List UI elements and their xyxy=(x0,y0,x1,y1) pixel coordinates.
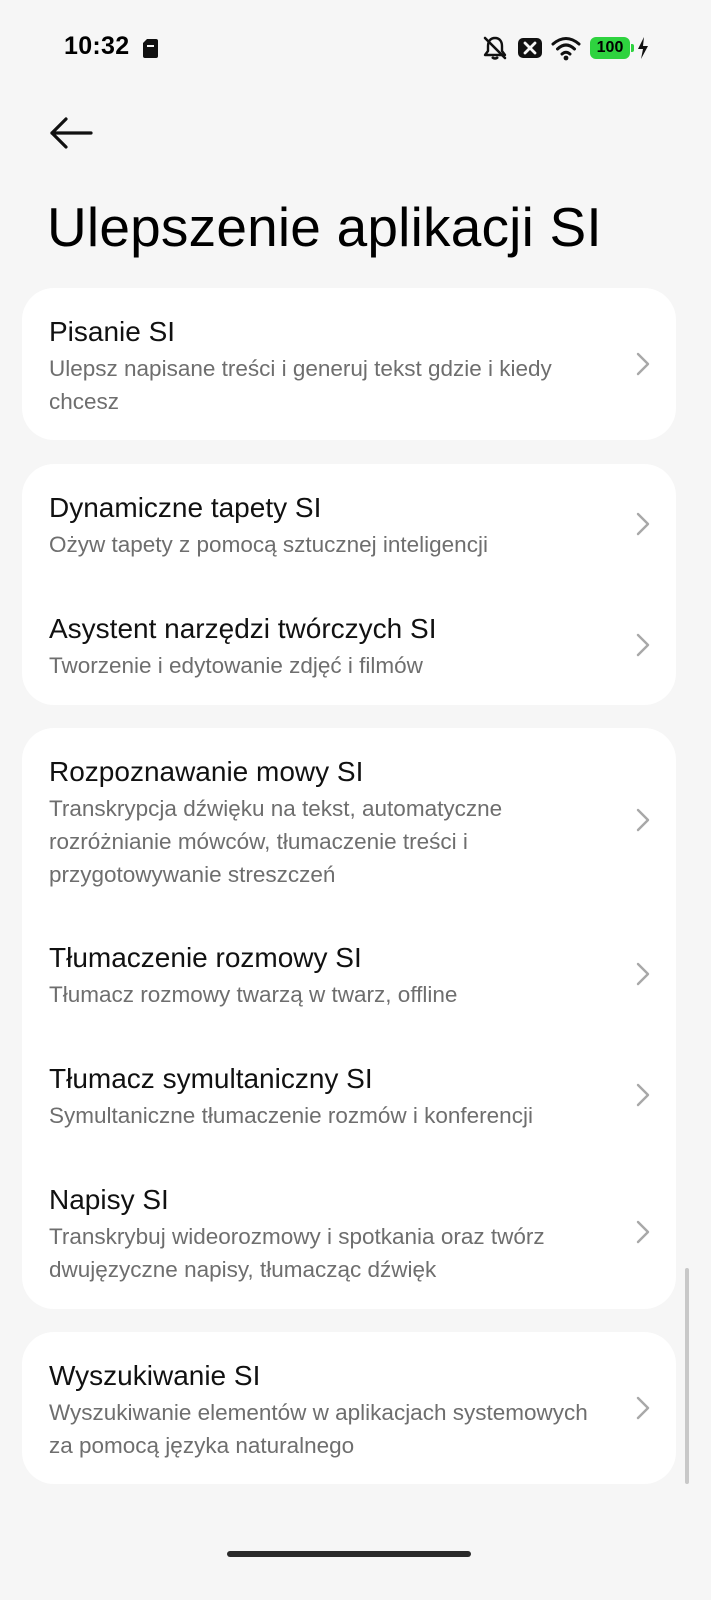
item-subtitle: Ulepsz napisane treści i generuj tekst g… xyxy=(49,356,552,414)
chevron-right-icon xyxy=(636,352,650,376)
chevron-right-icon xyxy=(636,808,650,832)
list-item-ai-writing[interactable]: Pisanie SI Ulepsz napisane treści i gene… xyxy=(22,288,676,440)
battery-level: 100 xyxy=(596,39,624,56)
home-indicator[interactable] xyxy=(227,1551,471,1557)
chevron-right-icon xyxy=(636,512,650,536)
bell-off-icon xyxy=(483,36,507,60)
wifi-icon xyxy=(551,37,581,61)
list-item-ai-creative-assistant[interactable]: Asystent narzędzi twórczych SI Tworzenie… xyxy=(22,584,676,705)
item-subtitle: Ożyw tapety z pomocą sztucznej inteligen… xyxy=(49,532,488,557)
status-time: 10:32 xyxy=(64,32,130,60)
sim-card-icon xyxy=(143,39,158,58)
scrollbar[interactable] xyxy=(685,1268,689,1484)
chevron-right-icon xyxy=(636,962,650,986)
data-off-icon xyxy=(518,38,542,58)
settings-group-1: Pisanie SI Ulepsz napisane treści i gene… xyxy=(22,288,676,440)
list-item-ai-wallpapers[interactable]: Dynamiczne tapety SI Ożyw tapety z pomoc… xyxy=(22,464,676,584)
settings-group-2: Dynamiczne tapety SI Ożyw tapety z pomoc… xyxy=(22,464,676,705)
list-item-ai-speech-recognition[interactable]: Rozpoznawanie mowy SI Transkrypcja dźwię… xyxy=(22,728,676,914)
item-title: Tłumacz symultaniczny SI xyxy=(49,1063,373,1094)
page-title: Ulepszenie aplikacji SI xyxy=(47,196,602,258)
settings-group-4: Wyszukiwanie SI Wyszukiwanie elementów w… xyxy=(22,1332,676,1484)
item-title: Pisanie SI xyxy=(49,316,176,347)
status-bar: 10:32 100 xyxy=(0,0,711,96)
list-item-ai-conversation-translation[interactable]: Tłumaczenie rozmowy SI Tłumacz rozmowy t… xyxy=(22,914,676,1035)
battery-icon: 100 xyxy=(590,37,634,59)
item-subtitle: Tłumacz rozmowy twarzą w twarz, offline xyxy=(49,982,458,1007)
item-title: Napisy SI xyxy=(49,1184,169,1215)
item-subtitle: Wyszukiwanie elementów w aplikacjach sys… xyxy=(49,1400,588,1458)
item-title: Rozpoznawanie mowy SI xyxy=(49,756,364,787)
chevron-right-icon xyxy=(636,1083,650,1107)
item-subtitle: Transkrypcja dźwięku na tekst, automatyc… xyxy=(49,796,503,887)
charging-icon xyxy=(638,37,648,59)
settings-group-3: Rozpoznawanie mowy SI Transkrypcja dźwię… xyxy=(22,728,676,1309)
status-icons: 100 xyxy=(481,33,649,63)
item-title: Asystent narzędzi twórczych SI xyxy=(49,613,437,644)
chevron-right-icon xyxy=(636,1396,650,1420)
list-item-ai-simultaneous-translator[interactable]: Tłumacz symultaniczny SI Symultaniczne t… xyxy=(22,1035,676,1156)
item-subtitle: Transkrybuj wideorozmowy i spotkania ora… xyxy=(49,1224,545,1282)
list-item-ai-subtitles[interactable]: Napisy SI Transkrybuj wideorozmowy i spo… xyxy=(22,1156,676,1309)
item-subtitle: Tworzenie i edytowanie zdjęć i filmów xyxy=(49,653,423,678)
item-subtitle: Symultaniczne tłumaczenie rozmów i konfe… xyxy=(49,1103,533,1128)
item-title: Dynamiczne tapety SI xyxy=(49,492,322,523)
item-title: Tłumaczenie rozmowy SI xyxy=(49,942,362,973)
chevron-right-icon xyxy=(636,1220,650,1244)
list-item-ai-search[interactable]: Wyszukiwanie SI Wyszukiwanie elementów w… xyxy=(22,1332,676,1484)
chevron-right-icon xyxy=(636,633,650,657)
arrow-left-icon xyxy=(50,117,93,149)
item-title: Wyszukiwanie SI xyxy=(49,1360,261,1391)
back-button[interactable] xyxy=(48,110,94,156)
